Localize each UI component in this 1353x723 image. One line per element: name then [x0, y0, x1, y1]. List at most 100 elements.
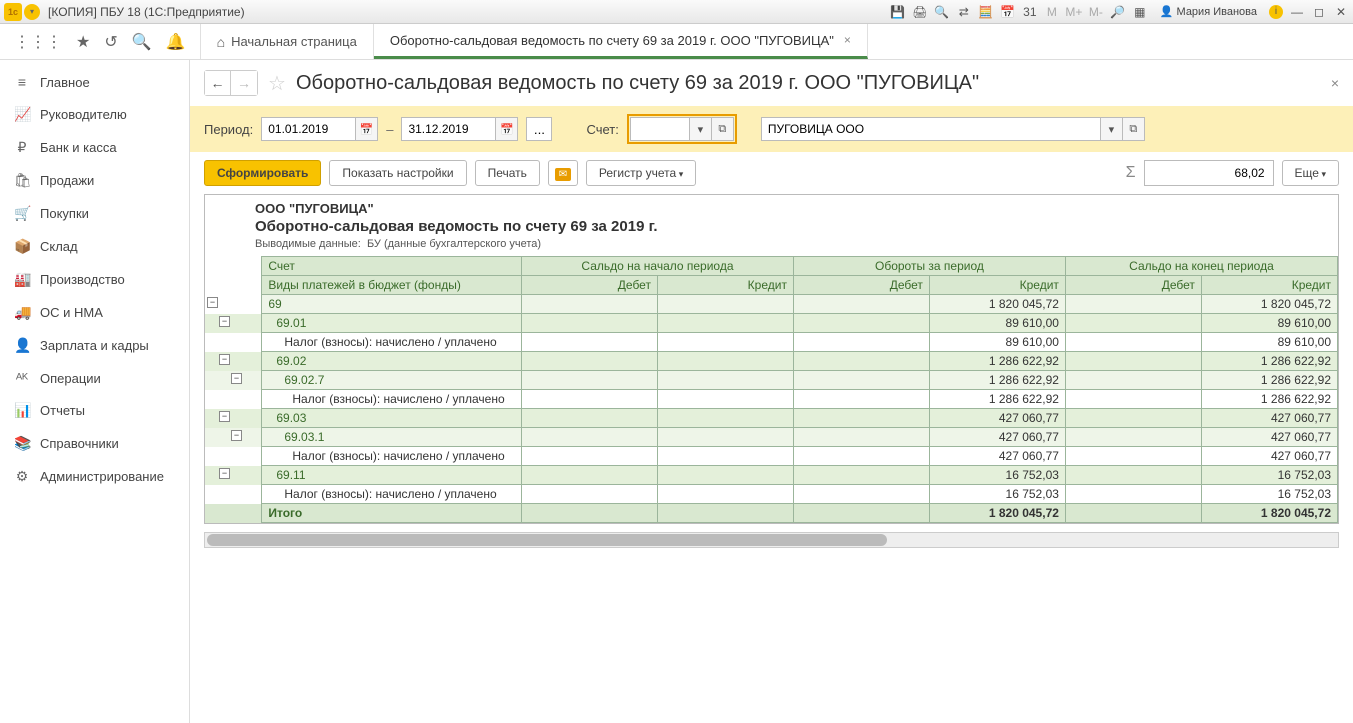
sidebar-item-4[interactable]: 🛒Покупки — [0, 197, 189, 230]
register-button[interactable]: Регистр учета — [586, 160, 696, 186]
apps-icon[interactable]: ⋮⋮⋮ — [14, 32, 62, 52]
sidebar-item-label: Банк и касса — [40, 140, 117, 155]
back-button[interactable]: ← — [205, 71, 231, 95]
date-to-input[interactable] — [401, 117, 496, 141]
report-title: Оборотно-сальдовая ведомость по счету 69… — [255, 218, 1288, 235]
table-row[interactable]: −69.02.71 286 622,921 286 622,92 — [205, 371, 1338, 390]
table-row[interactable]: Налог (взносы): начислено / уплачено16 7… — [205, 485, 1338, 504]
table-row[interactable]: Налог (взносы): начислено / уплачено 1 28… — [205, 390, 1338, 409]
mail-button[interactable]: ✉ — [548, 160, 578, 186]
sidebar-icon: 🏭 — [14, 271, 30, 288]
sidebar-item-10[interactable]: 📊Отчеты — [0, 394, 189, 427]
org-open-icon[interactable]: ⧉ — [1123, 117, 1145, 141]
sidebar-item-5[interactable]: 📦Склад — [0, 230, 189, 263]
zoom-icon[interactable]: 🔎 — [1110, 4, 1126, 20]
history-icon[interactable]: ↺ — [104, 32, 117, 52]
close-icon[interactable]: ✕ — [1333, 4, 1349, 20]
sidebar-item-7[interactable]: 🚚ОС и НМА — [0, 296, 189, 329]
row-turn-credit: 427 060,77 — [929, 409, 1065, 428]
m-minus-icon[interactable]: M- — [1088, 4, 1104, 20]
account-dropdown-icon[interactable]: ▾ — [690, 117, 712, 141]
favorite-star-icon[interactable]: ☆ — [268, 71, 286, 96]
forward-button[interactable]: → — [231, 71, 257, 95]
sidebar-item-3[interactable]: 🛍Продажи — [0, 164, 189, 197]
sidebar-item-6[interactable]: 🏭Производство — [0, 263, 189, 296]
period-picker-button[interactable]: ... — [526, 117, 552, 141]
date-from-calendar-icon[interactable]: 📅 — [356, 117, 378, 141]
date-icon[interactable]: 31 — [1022, 4, 1038, 20]
date-from-input[interactable] — [261, 117, 356, 141]
row-turn-credit: 427 060,77 — [929, 447, 1065, 466]
row-end-credit: 427 060,77 — [1201, 428, 1337, 447]
more-button[interactable]: Еще — [1282, 160, 1339, 186]
tree-toggle-icon[interactable]: − — [207, 297, 218, 308]
calendar-icon[interactable]: 📅 — [1000, 4, 1016, 20]
table-row[interactable]: −69.03427 060,77427 060,77 — [205, 409, 1338, 428]
row-turn-credit: 427 060,77 — [929, 428, 1065, 447]
minimize-icon[interactable]: — — [1289, 4, 1305, 20]
tab-report-label: Оборотно-сальдовая ведомость по счету 69… — [390, 33, 834, 48]
m-icon[interactable]: M — [1044, 4, 1060, 20]
table-row[interactable]: Налог (взносы): начислено / уплачено89 6… — [205, 333, 1338, 352]
info-icon[interactable]: i — [1269, 5, 1283, 19]
search-icon[interactable]: 🔍 — [132, 32, 152, 52]
tab-report[interactable]: Оборотно-сальдовая ведомость по счету 69… — [374, 24, 868, 59]
tree-toggle-icon[interactable]: − — [219, 354, 230, 365]
sidebar-item-8[interactable]: 👤Зарплата и кадры — [0, 329, 189, 362]
row-end-credit: 427 060,77 — [1201, 409, 1337, 428]
tree-toggle-icon[interactable]: − — [231, 430, 242, 441]
generate-button[interactable]: Сформировать — [204, 160, 321, 186]
account-input[interactable] — [630, 117, 690, 141]
account-open-icon[interactable]: ⧉ — [712, 117, 734, 141]
table-row[interactable]: −69.021 286 622,921 286 622,92 — [205, 352, 1338, 371]
tree-toggle-icon[interactable]: − — [231, 373, 242, 384]
calc-icon[interactable]: 🧮 — [978, 4, 994, 20]
print-icon[interactable]: 🖨 — [912, 4, 928, 20]
app-menu-button[interactable]: ▾ — [24, 4, 40, 20]
sidebar-icon: ᴬᴷ — [14, 370, 30, 386]
compare-icon[interactable]: ⇄ — [956, 4, 972, 20]
date-to-calendar-icon[interactable]: 📅 — [496, 117, 518, 141]
save-icon[interactable]: 💾 — [890, 4, 906, 20]
star-icon[interactable]: ★ — [76, 32, 90, 52]
sidebar-item-label: Операции — [40, 371, 101, 386]
tree-toggle-icon[interactable]: − — [219, 316, 230, 327]
sidebar-item-1[interactable]: 📈Руководителю — [0, 98, 189, 131]
tab-close-icon[interactable]: × — [844, 33, 851, 47]
sidebar-item-label: Отчеты — [40, 403, 85, 418]
print-button[interactable]: Печать — [475, 160, 540, 186]
sidebar-icon: 📚 — [14, 435, 30, 452]
user-label[interactable]: 👤 Мария Иванова — [1160, 5, 1257, 18]
preview-icon[interactable]: 🔍 — [934, 4, 950, 20]
tree-toggle-icon[interactable]: − — [219, 468, 230, 479]
sidebar-item-11[interactable]: 📚Справочники — [0, 427, 189, 460]
sidebar-item-0[interactable]: ≡Главное — [0, 66, 189, 98]
sidebar-item-12[interactable]: ⚙Администрирование — [0, 460, 189, 493]
settings-button[interactable]: Показать настройки — [329, 160, 466, 186]
table-row[interactable]: Налог (взносы): начислено / уплачено427 … — [205, 447, 1338, 466]
row-turn-credit: 1 286 622,92 — [929, 390, 1065, 409]
sidebar-item-2[interactable]: ₽Банк и касса — [0, 131, 189, 164]
mail-icon: ✉ — [555, 168, 571, 181]
tab-home[interactable]: ⌂ Начальная страница — [201, 24, 374, 59]
sidebar-item-label: Руководителю — [40, 107, 127, 122]
row-turn-credit: 89 610,00 — [929, 314, 1065, 333]
tree-toggle-icon[interactable]: − — [219, 411, 230, 422]
list-icon[interactable]: ▦ — [1132, 4, 1148, 20]
row-label: Налог (взносы): начислено / уплачено — [262, 390, 522, 409]
bell-icon[interactable]: 🔔 — [166, 32, 186, 52]
row-turn-credit: 1 820 045,72 — [929, 295, 1065, 314]
horizontal-scrollbar[interactable] — [204, 532, 1339, 548]
org-input[interactable] — [761, 117, 1101, 141]
maximize-icon[interactable]: ◻ — [1311, 4, 1327, 20]
close-page-icon[interactable]: × — [1331, 75, 1339, 91]
sum-input[interactable] — [1144, 160, 1274, 186]
table-row[interactable]: −69.0189 610,0089 610,00 — [205, 314, 1338, 333]
sidebar-item-9[interactable]: ᴬᴷ Операции — [0, 362, 189, 394]
m-plus-icon[interactable]: M+ — [1066, 4, 1082, 20]
table-row[interactable]: −69.1116 752,0316 752,03 — [205, 466, 1338, 485]
table-row[interactable]: −69.03.1427 060,77427 060,77 — [205, 428, 1338, 447]
org-dropdown-icon[interactable]: ▾ — [1101, 117, 1123, 141]
params-panel: Период: 📅 – 📅 ... Счет: ▾ ⧉ ▾ ⧉ — [190, 106, 1353, 152]
table-row[interactable]: −691 820 045,721 820 045,72 — [205, 295, 1338, 314]
